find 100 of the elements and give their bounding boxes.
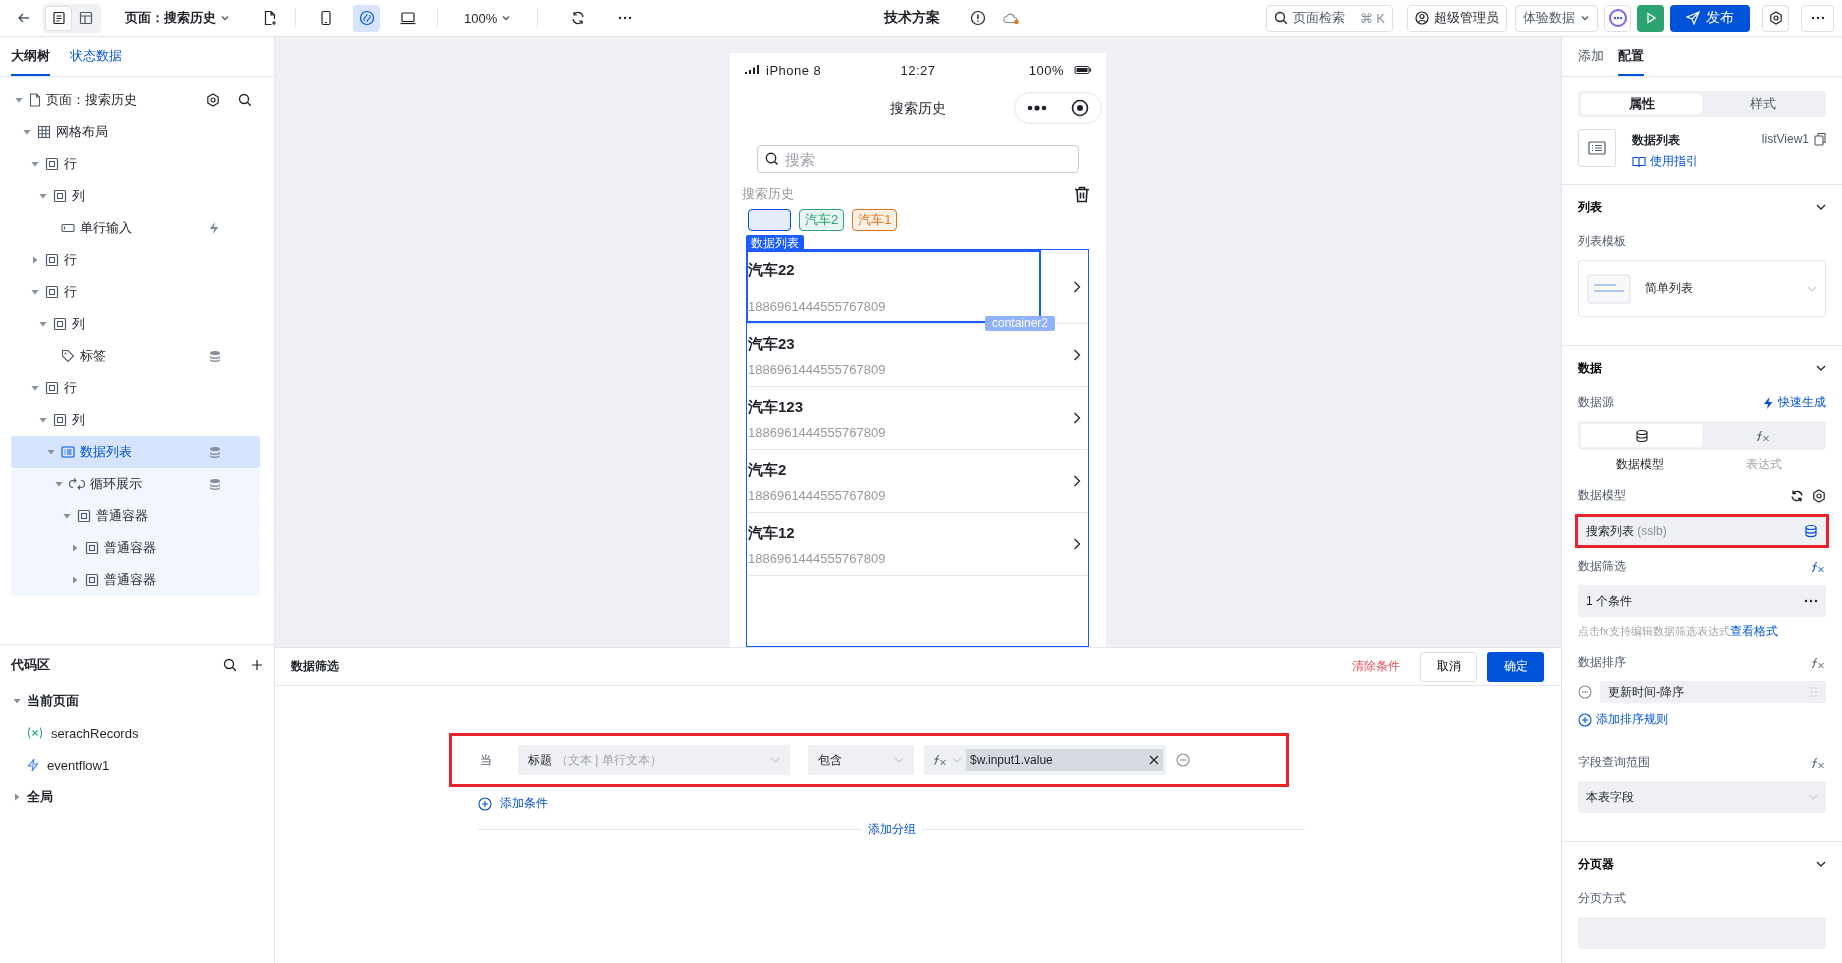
tree-item[interactable]: 行 [11,148,260,180]
cloud-sync-icon[interactable] [1002,11,1020,25]
tree-item[interactable]: 普通容器 [11,564,260,596]
search-icon[interactable] [238,93,252,107]
tree-item[interactable]: 网格布局 [11,116,260,148]
panel-tab[interactable]: 状态数据 [70,37,122,76]
section-header[interactable]: 数据 [1578,346,1826,390]
cancel-button[interactable]: 取消 [1420,651,1477,682]
tree-item[interactable]: 单行输入 [11,212,260,244]
collapse-arrow-icon[interactable] [31,385,39,391]
formula-icon[interactable] [932,753,948,767]
remove-icon[interactable] [1578,685,1592,699]
close-icon[interactable] [1149,755,1159,765]
page-selector[interactable]: 页面：搜索历史 [121,4,234,32]
tree-item[interactable]: 普通容器 [11,532,260,564]
code-item[interactable]: serachRecords [0,717,274,749]
more-icon[interactable] [1804,599,1818,603]
clear-conditions-link[interactable]: 清除条件 [1346,657,1406,676]
list-item[interactable]: 汽车2 1886961444555767809 [747,450,1088,513]
operator-dropdown[interactable]: 包含 [808,745,914,775]
tree-item[interactable]: 页面：搜索历史 [11,84,260,116]
formula-icon[interactable] [1810,559,1826,574]
list-item[interactable]: 汽车12 1886961444555767809 [747,513,1088,576]
remove-icon[interactable] [1176,753,1190,767]
code-group[interactable]: 全局 [0,781,274,813]
collapse-arrow-icon[interactable] [13,698,21,704]
add-sort-link[interactable]: 添加排序规则 [1578,711,1668,728]
search-icon[interactable] [223,658,237,672]
collapse-arrow-icon[interactable] [15,97,23,103]
collapse-arrow-icon[interactable] [55,481,63,487]
value-field[interactable]: $w.input1.value [924,745,1166,775]
view-format-link[interactable]: 查看格式 [1729,623,1778,640]
quick-generate-link[interactable]: 快速生成 [1762,394,1826,411]
search-field[interactable]: 搜索 [757,145,1079,173]
copy-icon[interactable] [1814,132,1826,146]
add-condition-link[interactable]: 添加条件 [478,795,548,812]
expand-arrow-icon[interactable] [72,544,78,552]
section-header[interactable]: 列表 [1578,185,1826,229]
expand-arrow-icon[interactable] [14,793,20,801]
settings-button[interactable] [1762,4,1789,32]
add-icon[interactable] [251,659,263,671]
formula-icon[interactable] [1810,655,1826,670]
chevron-right-icon [1073,538,1081,550]
data-mode-dropdown[interactable]: 体验数据 [1515,4,1598,32]
panel-tab[interactable]: 添加 [1578,37,1604,76]
tree-item[interactable]: 普通容器 [11,500,260,532]
data-model-field[interactable]: 搜索列表 (sslb) [1578,517,1826,545]
expand-arrow-icon[interactable] [32,256,38,264]
formula-icon[interactable] [1810,755,1826,770]
trash-icon[interactable] [1074,185,1090,203]
collapse-arrow-icon[interactable] [31,289,39,295]
code-group[interactable]: 当前页面 [0,685,274,717]
settings-icon[interactable] [1812,488,1826,503]
user-menu-button[interactable]: 超级管理员 [1407,4,1507,32]
filter-field[interactable]: 1 个条件 [1578,585,1826,617]
panel-tab[interactable]: 大纲树 [11,37,50,76]
collapse-arrow-icon[interactable] [39,417,47,423]
assistant-button[interactable] [1604,4,1631,32]
guide-link[interactable]: 使用指引 [1632,153,1746,170]
tree-item[interactable]: 循环展示 [11,468,260,500]
mode-tab[interactable]: 样式 [1702,94,1823,114]
tree-item[interactable]: 数据列表 [11,436,260,468]
field-dropdown[interactable]: 标题 （文本 | 单行文本） [518,745,790,775]
data-model-option[interactable] [1581,424,1702,447]
code-item[interactable]: eventflow1 [0,749,274,781]
tree-item[interactable]: 列 [11,308,260,340]
sort-rule-field[interactable]: 更新时间-降序 [1600,681,1826,703]
tree-item[interactable]: 行 [11,244,260,276]
zoom-dropdown[interactable]: 100% [460,4,516,32]
confirm-button[interactable]: 确定 [1487,651,1544,682]
refresh-icon[interactable] [1790,488,1804,503]
preview-play-button[interactable] [1637,4,1664,32]
collapse-arrow-icon[interactable] [39,321,47,327]
scope-dropdown[interactable]: 本表字段 [1578,781,1826,813]
panel-tab[interactable]: 配置 [1618,37,1644,76]
collapse-arrow-icon[interactable] [39,193,47,199]
list-item[interactable]: 汽车123 1886961444555767809 [747,387,1088,450]
add-group-link[interactable]: 添加分组 [861,820,922,839]
tree-item[interactable]: 标签 [11,340,260,372]
drag-handle-icon[interactable] [1810,686,1818,698]
page-search-button[interactable]: 页面检索 ⌘ K [1265,4,1393,32]
tree-item[interactable]: 行 [11,276,260,308]
section-header[interactable]: 分页器 [1578,842,1826,886]
template-dropdown[interactable]: 简单列表 [1578,260,1826,317]
tree-item[interactable]: 行 [11,372,260,404]
collapse-arrow-icon[interactable] [63,513,71,519]
outline-view-button[interactable] [45,5,72,31]
collapse-arrow-icon[interactable] [23,129,31,135]
history-tag[interactable] [748,209,791,231]
expand-arrow-icon[interactable] [72,576,78,584]
collapse-arrow-icon[interactable] [47,449,55,455]
mode-tab[interactable]: 属性 [1581,94,1702,114]
tree-item[interactable]: 列 [11,180,260,212]
more-icon[interactable] [1027,105,1047,111]
info-icon[interactable] [970,10,986,26]
settings-icon[interactable] [206,93,220,107]
tree-item[interactable]: 列 [11,404,260,436]
miniprogram-preview-button[interactable] [353,4,380,32]
collapse-arrow-icon[interactable] [31,161,39,167]
publish-button[interactable]: 发布 [1670,4,1750,32]
